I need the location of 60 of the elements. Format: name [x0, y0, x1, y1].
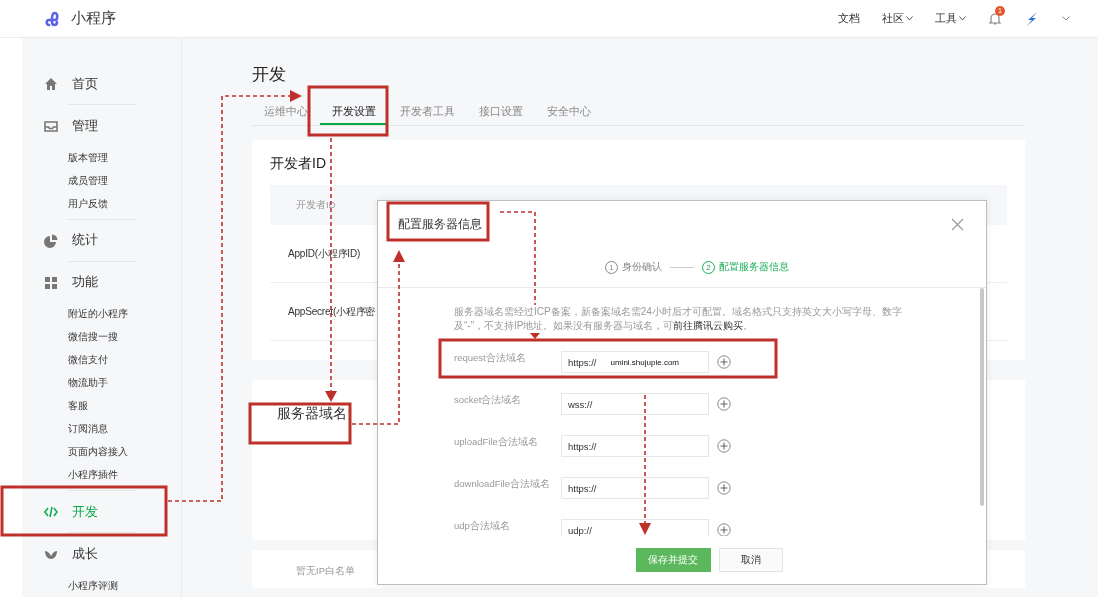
sidebar-item[interactable]: 首页: [22, 68, 181, 100]
sidebar-item[interactable]: 功能: [22, 266, 181, 299]
add-icon[interactable]: [717, 439, 731, 453]
sidebar-subitem[interactable]: 订阅消息: [68, 417, 181, 440]
sidebar-subitem[interactable]: 微信支付: [68, 348, 181, 371]
sidebar-subitem[interactable]: 成员管理: [68, 168, 181, 192]
table-cell: AppID(小程序ID): [288, 246, 361, 261]
code-icon: [44, 505, 58, 519]
sidebar-subitem[interactable]: 页面内容接入: [68, 440, 181, 463]
sidebar-item[interactable]: 统计: [22, 224, 181, 257]
field-label: uploadFile合法域名: [454, 435, 539, 449]
field-label: udp合法域名: [454, 519, 511, 533]
add-icon[interactable]: [717, 355, 731, 369]
bell-icon[interactable]: [988, 11, 1002, 26]
app-name: 小程序: [71, 9, 116, 28]
cancel-button[interactable]: 取消: [718, 548, 783, 572]
field-label: socket合法域名: [454, 393, 523, 407]
dialog-title: 配置服务器信息: [398, 217, 482, 232]
scrollbar[interactable]: [980, 288, 984, 506]
input-field[interactable]: https://: [561, 477, 709, 499]
sidebar-item[interactable]: 成长: [22, 538, 181, 570]
card-title: 开发者ID: [270, 155, 327, 171]
tray-icon: [44, 119, 58, 133]
home-icon: [44, 77, 58, 91]
sidebar-subitem[interactable]: 附近的小程序: [68, 302, 181, 325]
step: 2 配置服务器信息: [702, 261, 789, 274]
input-field[interactable]: https://: [561, 435, 709, 457]
grid-icon: [44, 275, 58, 290]
nav-link[interactable]: 文档: [838, 11, 860, 26]
step: 1 身份确认: [605, 261, 662, 274]
card-title: 服务器域名: [277, 405, 348, 423]
caret-icon[interactable]: [1062, 16, 1070, 21]
pie-chart-icon: [44, 233, 58, 248]
input-field[interactable]: wss://: [561, 393, 709, 415]
sidebar-subitem[interactable]: 物流助手: [68, 371, 181, 394]
avatar-icon[interactable]: [1024, 10, 1040, 27]
column-header: 开发者ID: [296, 198, 336, 212]
table-cell: AppSecret(小程序密: [288, 304, 376, 319]
sidebar-subitem[interactable]: 小程序插件: [68, 463, 181, 486]
input-field[interactable]: https:// umini.shujupie.com: [561, 351, 709, 373]
nav-link[interactable]: 社区: [882, 11, 913, 26]
tab[interactable]: 安全中心: [535, 97, 603, 125]
tab[interactable]: 接口设置: [467, 97, 535, 125]
add-icon[interactable]: [717, 523, 731, 536]
sidebar-subitem[interactable]: 客服: [68, 394, 181, 417]
add-icon[interactable]: [717, 481, 731, 495]
field-label: request合法域名: [454, 351, 527, 365]
tab[interactable]: 开发者工具: [388, 97, 467, 125]
field-label: downloadFile合法域名: [454, 477, 551, 491]
close-icon[interactable]: [951, 218, 964, 231]
sidebar-subitem[interactable]: 用户反馈: [68, 191, 181, 215]
empty-message: 暂无IP白名单: [296, 565, 355, 576]
sidebar-subitem[interactable]: 版本管理: [68, 145, 181, 169]
add-icon[interactable]: [717, 397, 731, 411]
tab[interactable]: 开发设置: [320, 97, 388, 125]
page-title: 开发: [252, 64, 287, 86]
sidebar-subitem[interactable]: 微信搜一搜: [68, 325, 181, 348]
sidebar-item[interactable]: 管理: [22, 110, 181, 142]
sidebar-subitem[interactable]: 小程序评测: [68, 573, 181, 597]
nav-link[interactable]: 工具: [935, 11, 966, 26]
